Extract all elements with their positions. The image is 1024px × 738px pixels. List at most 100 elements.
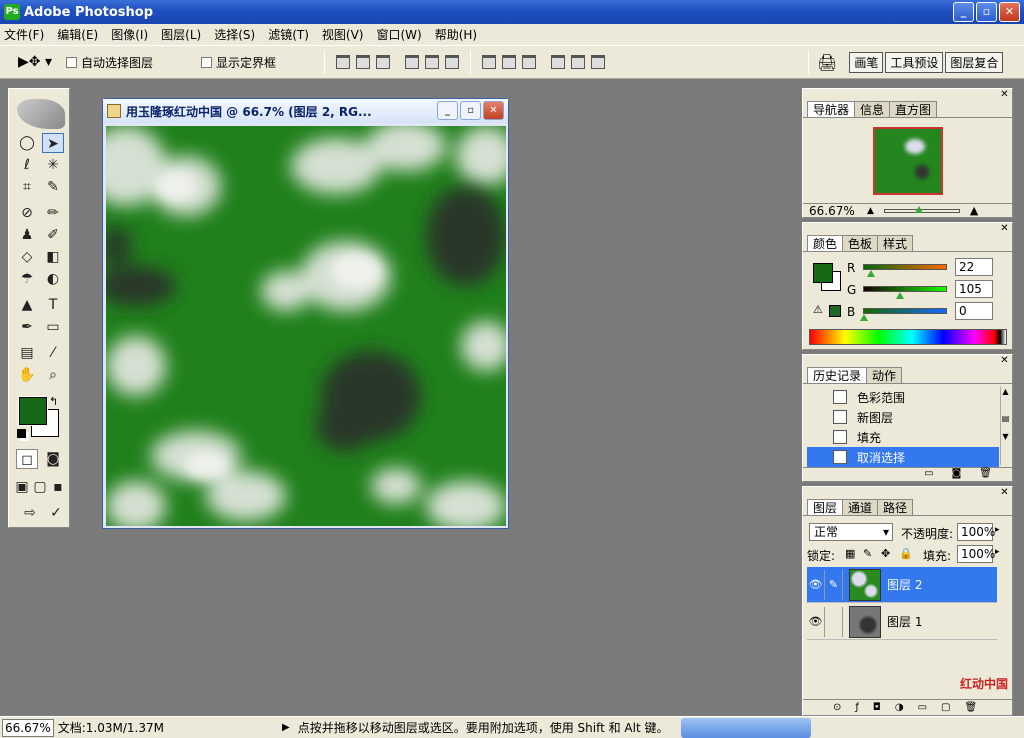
r-value-input[interactable]: 22 [955, 258, 993, 276]
color-ramp[interactable] [809, 329, 1007, 345]
auto-select-checkbox[interactable]: 自动选择图层 [66, 54, 153, 71]
tab-navigator[interactable]: 导航器 [807, 101, 856, 117]
opacity-arrow-icon[interactable]: ▸ [995, 525, 1000, 535]
distribute-top-icon[interactable] [482, 55, 497, 69]
screen-mode-standard-icon[interactable]: ▣ [13, 477, 31, 497]
g-slider[interactable] [863, 286, 947, 292]
clone-stamp-tool-icon[interactable]: ♟ [16, 225, 38, 245]
align-top-icon[interactable] [336, 55, 351, 69]
tab-histogram[interactable]: 直方图 [889, 101, 938, 117]
fill-input[interactable]: 100% [957, 545, 995, 563]
new-snapshot-icon[interactable]: ◙ [952, 468, 962, 481]
r-slider[interactable] [863, 264, 947, 270]
doc-size-info[interactable]: 文档:1.03M/1.37M [58, 719, 164, 736]
new-group-icon[interactable]: ▭ [918, 702, 927, 713]
align-bottom-icon[interactable] [376, 55, 391, 69]
brush-tool-icon[interactable]: ✏ [42, 203, 64, 223]
tab-info[interactable]: 信息 [854, 101, 891, 117]
slice-tool-icon[interactable]: ✎ [42, 177, 64, 197]
close-button[interactable]: ✕ [999, 2, 1020, 22]
tab-color[interactable]: 颜色 [807, 235, 844, 251]
layer-mask-icon[interactable]: ◘ [873, 702, 881, 713]
restore-button[interactable]: ▫ [976, 2, 997, 22]
new-document-from-state-icon[interactable]: ▭ [924, 468, 933, 481]
layer-row[interactable]: 👁 图层 1 [807, 604, 997, 640]
tab-history[interactable]: 历史记录 [807, 367, 868, 383]
notes-tool-icon[interactable]: ▤ [16, 343, 38, 363]
align-right-icon[interactable] [445, 55, 460, 69]
lasso-tool-icon[interactable]: ℓ [16, 155, 38, 175]
lock-position-icon[interactable]: ✥ [881, 547, 890, 560]
visibility-eye-icon[interactable]: 👁 [807, 606, 825, 637]
tab-channels[interactable]: 通道 [842, 499, 879, 515]
menu-layer[interactable]: 图层(L) [161, 26, 201, 43]
align-hcenter-icon[interactable] [425, 55, 440, 69]
layers-close-icon[interactable]: ✕ [999, 487, 1010, 498]
history-item[interactable]: 色彩范围 [807, 387, 999, 407]
minimize-button[interactable]: _ [953, 2, 974, 22]
layer-link-slot[interactable] [825, 606, 843, 637]
gradient-tool-icon[interactable]: ◧ [42, 247, 64, 267]
history-close-icon[interactable]: ✕ [999, 355, 1010, 366]
distribute-right-icon[interactable] [591, 55, 606, 69]
hand-tool-icon[interactable]: ✋ [16, 365, 38, 385]
zoom-tool-icon[interactable]: ⌕ [42, 365, 64, 385]
path-selection-tool-icon[interactable]: ▲ [16, 295, 38, 315]
visibility-eye-icon[interactable]: 👁 [807, 569, 825, 600]
tab-styles[interactable]: 样式 [877, 235, 914, 251]
menu-view[interactable]: 视图(V) [322, 26, 364, 43]
tab-swatches[interactable]: 色板 [842, 235, 879, 251]
new-layer-icon[interactable]: ▢ [941, 702, 950, 713]
screen-mode-full-icon[interactable]: ▪ [49, 477, 67, 497]
status-zoom-input[interactable]: 66.67% [2, 718, 54, 737]
tab-layer-comps[interactable]: 图层复合 [945, 51, 1004, 73]
eyedropper-tool-icon[interactable]: ⁄ [42, 343, 64, 363]
status-arrow-icon[interactable]: ▶ [282, 722, 290, 733]
tab-paths[interactable]: 路径 [877, 499, 914, 515]
adjustment-layer-icon[interactable]: ◑ [895, 702, 904, 713]
show-bounds-checkbox[interactable]: 显示定界框 [201, 54, 276, 71]
lock-transparent-icon[interactable]: ▦ [845, 547, 855, 560]
magic-wand-tool-icon[interactable]: ✳ [42, 155, 64, 175]
marquee-tool-icon[interactable]: ◯ [16, 133, 38, 153]
menu-select[interactable]: 选择(S) [214, 26, 255, 43]
b-slider[interactable] [863, 308, 947, 314]
pen-tool-icon[interactable]: ✒ [16, 317, 38, 337]
fill-arrow-icon[interactable]: ▸ [995, 547, 1000, 557]
dodge-tool-icon[interactable]: ◐ [42, 269, 64, 289]
menu-filter[interactable]: 滤镜(T) [268, 26, 309, 43]
feather-logo-icon[interactable] [17, 99, 65, 129]
menu-help[interactable]: 帮助(H) [435, 26, 477, 43]
gamut-warning-icon[interactable]: ⚠ [813, 303, 823, 316]
document-titlebar[interactable]: 用玉隆琢红动中国 @ 66.7% (图层 2, RG... _ ▫ ✕ [103, 99, 508, 123]
history-item[interactable]: 新图层 [807, 407, 999, 427]
palette-well-icon[interactable]: 🖨 [817, 53, 837, 72]
quick-mask-mode-icon[interactable]: ◙ [42, 449, 64, 469]
zoom-in-icon[interactable]: ▲ [970, 204, 978, 217]
shape-tool-icon[interactable]: ▭ [42, 317, 64, 337]
opacity-input[interactable]: 100% [957, 523, 995, 541]
doc-close-button[interactable]: ✕ [483, 101, 504, 120]
image-canvas[interactable] [106, 126, 506, 526]
healing-brush-tool-icon[interactable]: ⊘ [16, 203, 38, 223]
tab-tool-presets[interactable]: 工具预设 [885, 51, 944, 73]
lock-image-icon[interactable]: ✎ [863, 547, 872, 560]
b-slider-thumb[interactable] [860, 314, 868, 321]
type-tool-icon[interactable]: T [42, 295, 64, 315]
zoom-out-icon[interactable]: ▲ [867, 206, 874, 216]
swap-colors-icon[interactable]: ↰ [49, 395, 58, 408]
color-fg-swatch[interactable] [813, 263, 833, 283]
align-vcenter-icon[interactable] [356, 55, 371, 69]
tab-actions[interactable]: 动作 [866, 367, 903, 383]
menu-file[interactable]: 文件(F) [4, 26, 44, 43]
lock-all-icon[interactable]: 🔒 [899, 547, 913, 560]
menu-edit[interactable]: 编辑(E) [57, 26, 98, 43]
tab-layers[interactable]: 图层 [807, 499, 844, 515]
distribute-left-icon[interactable] [551, 55, 566, 69]
g-slider-thumb[interactable] [896, 292, 904, 299]
foreground-color-swatch[interactable] [18, 396, 48, 426]
r-slider-thumb[interactable] [867, 270, 875, 277]
g-value-input[interactable]: 105 [955, 280, 993, 298]
menu-window[interactable]: 窗口(W) [376, 26, 421, 43]
move-tool-preset-icon[interactable]: ▶✥ ▾ [18, 54, 54, 70]
